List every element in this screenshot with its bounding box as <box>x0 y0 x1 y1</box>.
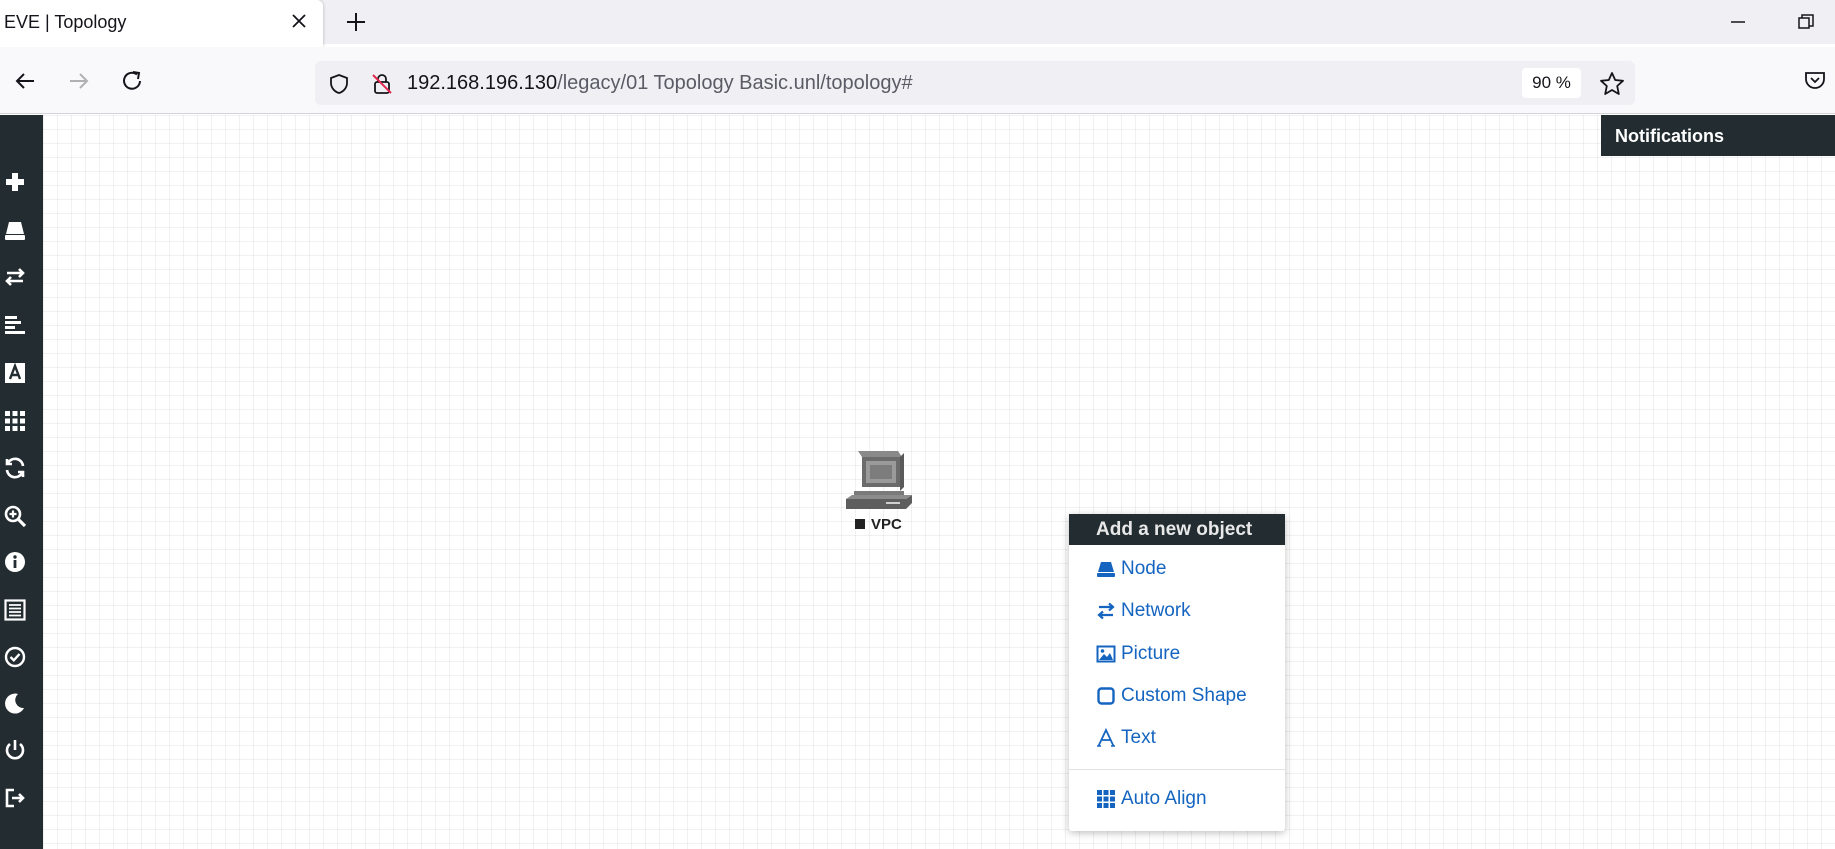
eve-sidebar <box>0 115 43 849</box>
zoom-in-icon[interactable] <box>2 503 28 529</box>
text-font-icon[interactable] <box>2 360 28 386</box>
align-left-icon[interactable] <box>2 312 28 338</box>
network-icon[interactable] <box>2 264 28 290</box>
bookmark-star-icon[interactable] <box>1598 70 1626 98</box>
topology-canvas[interactable] <box>43 115 1835 849</box>
menu-item-label: Text <box>1121 727 1156 748</box>
grid-icon <box>1096 789 1116 809</box>
notifications-title: Notifications <box>1615 126 1725 146</box>
zoom-level-button[interactable]: 90 % <box>1522 68 1581 98</box>
browser-tab-bar: EVE | Topology <box>0 0 1835 47</box>
browser-tab[interactable]: EVE | Topology <box>0 0 323 47</box>
forward-icon[interactable] <box>64 66 94 96</box>
close-tab-icon[interactable] <box>289 11 309 31</box>
topology-node[interactable]: VPC <box>840 447 916 537</box>
menu-item-label: Auto Align <box>1121 788 1207 809</box>
url-host: 192.168.196.130 <box>407 72 558 94</box>
menu-divider <box>1069 769 1285 770</box>
restore-window-icon[interactable] <box>1794 10 1818 34</box>
browser-nav-bar: 192.168.196.130/legacy/01 Topology Basic… <box>0 47 1835 114</box>
menu-item-custom-shape[interactable]: Custom Shape <box>1096 682 1247 710</box>
square-icon <box>1096 686 1116 706</box>
menu-item-node[interactable]: Node <box>1096 555 1166 583</box>
check-circle-icon[interactable] <box>2 644 28 670</box>
text-icon <box>1096 728 1116 748</box>
new-tab-icon[interactable] <box>343 9 369 35</box>
tab-title: EVE | Topology <box>4 12 127 32</box>
back-icon[interactable] <box>10 66 40 96</box>
sign-out-icon[interactable] <box>2 785 28 811</box>
moon-icon[interactable] <box>2 690 28 716</box>
menu-item-picture[interactable]: Picture <box>1096 640 1180 668</box>
vpc-computer-icon[interactable] <box>840 447 916 513</box>
node-icon[interactable] <box>2 217 28 243</box>
minimize-window-icon[interactable] <box>1726 10 1750 34</box>
url-text[interactable]: 192.168.196.130/legacy/01 Topology Basic… <box>407 72 913 95</box>
power-icon[interactable] <box>2 737 28 763</box>
add-object-context-menu: Add a new object Node Network Picture Cu… <box>1069 514 1285 831</box>
menu-item-label: Node <box>1121 558 1167 579</box>
info-icon[interactable] <box>2 549 28 575</box>
menu-item-label: Custom Shape <box>1121 685 1247 706</box>
refresh-icon[interactable] <box>2 455 28 481</box>
network-icon <box>1096 601 1116 621</box>
node-icon <box>1096 559 1116 579</box>
grid-icon[interactable] <box>2 408 28 434</box>
plus-icon[interactable] <box>2 169 28 195</box>
reload-icon[interactable] <box>117 66 147 96</box>
list-icon[interactable] <box>2 597 28 623</box>
notifications-panel[interactable]: Notifications <box>1601 115 1835 156</box>
menu-item-text[interactable]: Text <box>1096 724 1156 752</box>
menu-item-label: Picture <box>1121 643 1181 664</box>
insecure-lock-icon[interactable] <box>370 72 394 96</box>
tracking-shield-icon[interactable] <box>327 72 351 96</box>
url-bar[interactable]: 192.168.196.130/legacy/01 Topology Basic… <box>315 61 1635 105</box>
node-status-indicator <box>855 519 865 529</box>
picture-icon <box>1096 644 1116 664</box>
context-menu-title: Add a new object <box>1069 514 1285 545</box>
node-label: VPC <box>871 516 902 533</box>
pocket-icon[interactable] <box>1802 67 1828 93</box>
menu-item-auto-align[interactable]: Auto Align <box>1096 785 1207 813</box>
menu-item-label: Network <box>1121 600 1191 621</box>
url-path: /legacy/01 Topology Basic.unl/topology# <box>557 72 913 94</box>
menu-item-network[interactable]: Network <box>1096 597 1191 625</box>
